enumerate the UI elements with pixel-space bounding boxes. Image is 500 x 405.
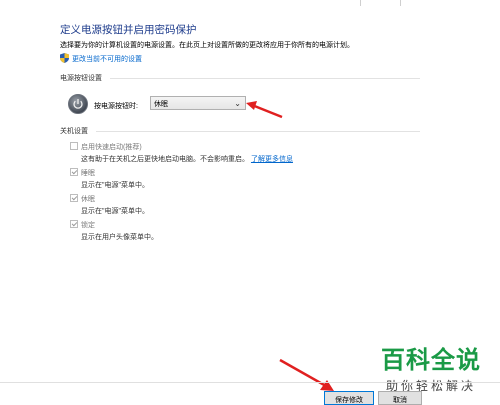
checkbox-box [70, 168, 78, 176]
power-button-section-header: 电源按钮设置 [60, 75, 102, 82]
sleep-description: 显示在"电源"菜单中。 [81, 182, 149, 189]
power-button-action-select[interactable]: 休眠 ⌄ [150, 96, 246, 110]
top-divider [360, 0, 361, 6]
shutdown-section-header: 关机设置 [60, 128, 88, 135]
page-title: 定义电源按钮并启用密码保护 [60, 24, 197, 36]
lock-checkbox[interactable]: 锁定 [70, 220, 95, 230]
hibernate-checkbox[interactable]: 休眠 [70, 194, 95, 204]
red-arrow-icon [246, 101, 283, 119]
chevron-down-icon: ⌄ [234, 99, 241, 108]
uac-shield-icon [60, 53, 69, 63]
page-description: 选择要为你的计算机设置的电源设置。在此页上对设置所做的更改将应用于你所有的电源计… [60, 42, 354, 49]
section-divider [110, 78, 420, 79]
select-value: 休眠 [154, 101, 168, 108]
sleep-checkbox[interactable]: 睡眠 [70, 168, 95, 178]
section-divider [96, 131, 420, 132]
window-top-strip [0, 0, 500, 8]
change-unavailable-settings-link[interactable]: 更改当前不可用的设置 [60, 53, 142, 64]
power-icon [68, 94, 88, 114]
watermark-title: 百科全说 [381, 347, 481, 374]
fast-startup-checkbox[interactable]: 启用快速启动(推荐) [70, 142, 142, 152]
red-arrow-icon [279, 358, 334, 391]
learn-more-link[interactable]: 了解更多信息 [251, 156, 293, 163]
checkbox-box [70, 194, 78, 202]
hibernate-description: 显示在"电源"菜单中。 [81, 208, 149, 215]
checkbox-box [70, 220, 78, 228]
checkbox-box [70, 142, 78, 150]
change-link-label: 更改当前不可用的设置 [72, 56, 142, 63]
lock-description: 显示在用户头像菜单中。 [81, 234, 158, 241]
top-divider [400, 0, 401, 6]
power-button-label: 按电源按钮时: [94, 103, 138, 110]
watermark: 百科全说 助你轻松解决 [372, 340, 490, 394]
footer-divider [0, 382, 500, 383]
fast-startup-description: 这有助于在关机之后更快地启动电脑。不会影响重启。 了解更多信息 [81, 156, 293, 163]
